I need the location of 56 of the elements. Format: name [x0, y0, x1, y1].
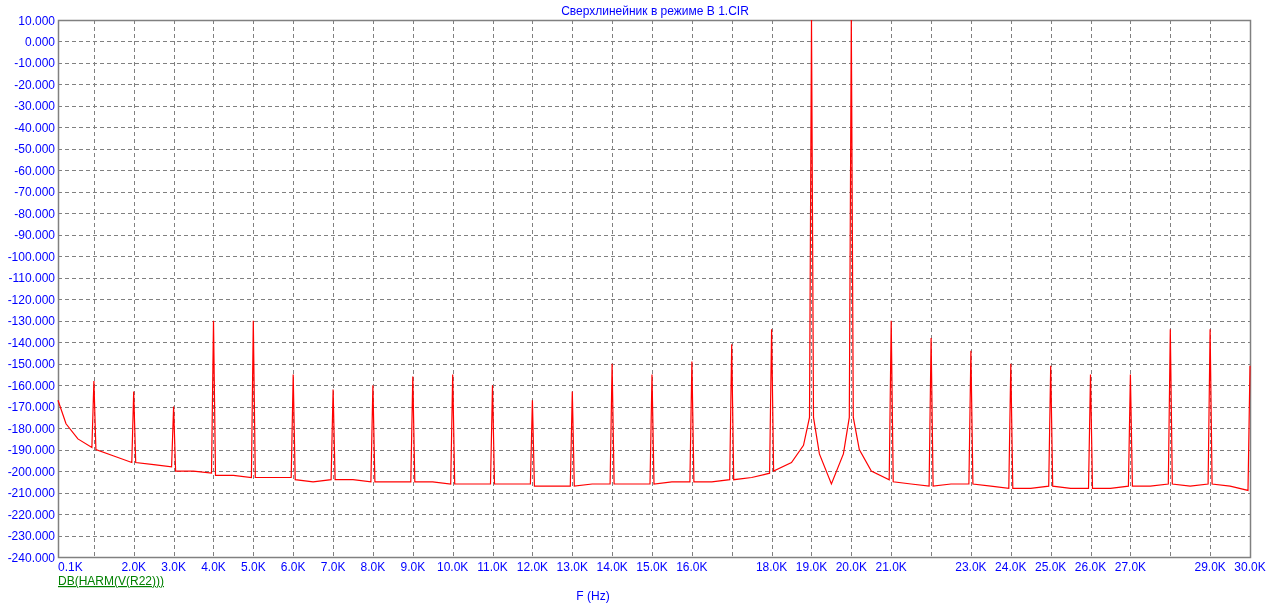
x-tick-label: 13.0K [556, 560, 588, 574]
y-tick-label: -140.000 [7, 335, 55, 350]
y-tick-label: -230.000 [7, 529, 55, 543]
y-tick-label: 10.000 [18, 13, 55, 28]
y-tick-label: -90.000 [14, 228, 55, 243]
x-tick-label: 15.0K [636, 560, 668, 574]
x-tick-label: 19.0K [795, 560, 828, 574]
chart-title: Сверхлинейник в режиме B 1.CIR [561, 4, 749, 18]
series-legend-label: DB(HARM(V(R22))) [58, 574, 164, 588]
x-tick-label: 8.0K [360, 560, 386, 574]
y-tick-label: -40.000 [14, 120, 55, 135]
x-tick-label: 25.0K [1035, 560, 1067, 574]
y-tick-label: -10.000 [14, 56, 55, 71]
y-tick-label: -170.000 [7, 400, 55, 415]
y-tick-label: -120.000 [7, 292, 55, 307]
y-tick-label: -220.000 [7, 507, 55, 522]
x-tick-label: 6.0K [280, 560, 306, 574]
x-tick-label: 7.0K [320, 560, 346, 574]
x-tick-label: 10.0K [437, 560, 469, 574]
x-tick-label: 2.0K [121, 560, 147, 574]
y-tick-label: -190.000 [7, 443, 55, 458]
y-tick-label: -130.000 [7, 314, 55, 329]
x-tick-label: 20.0K [835, 560, 867, 574]
x-tick-label: 16.0K [676, 560, 708, 574]
y-tick-label: -60.000 [14, 163, 55, 178]
x-tick-label: 27.0K [1114, 560, 1147, 574]
x-tick-label: 3.0K [161, 560, 186, 574]
x-tick-label: 18.0K [755, 560, 788, 574]
y-tick-label: -110.000 [8, 271, 55, 286]
x-tick-label: 23.0K [955, 560, 987, 574]
y-tick-label: -80.000 [14, 206, 55, 221]
x-tick-label: 4.0K [201, 560, 226, 574]
y-tick-label: -160.000 [7, 378, 55, 393]
y-tick-label: -30.000 [14, 99, 55, 114]
x-tick-label: 24.0K [995, 560, 1027, 574]
x-tick-label: 9.0K [400, 560, 426, 574]
x-tick-label: 30.0K [1234, 560, 1266, 574]
x-tick-label: 0.1K [58, 560, 83, 574]
x-tick-label: 29.0K [1194, 560, 1226, 574]
y-tick-label: -70.000 [14, 185, 55, 200]
x-tick-label: 14.0K [596, 560, 628, 574]
x-tick-label: 12.0K [516, 560, 549, 574]
x-tick-label: 26.0K [1074, 560, 1107, 574]
x-tick-label: 5.0K [241, 560, 266, 574]
x-axis-title: F (Hz) [576, 589, 610, 603]
y-tick-label: -20.000 [14, 77, 55, 92]
y-tick-label: -200.000 [7, 464, 55, 479]
y-tick-label: -240.000 [7, 550, 55, 565]
x-tick-label: 11.0K [477, 560, 508, 574]
y-tick-label: -180.000 [7, 421, 55, 436]
y-tick-label: -100.000 [7, 249, 55, 264]
y-tick-label: -50.000 [14, 142, 55, 157]
y-tick-label: -150.000 [7, 357, 55, 372]
y-tick-label: 0.000 [24, 35, 55, 49]
y-tick-label: -210.000 [7, 486, 55, 501]
x-tick-label: 21.0K [875, 560, 907, 574]
